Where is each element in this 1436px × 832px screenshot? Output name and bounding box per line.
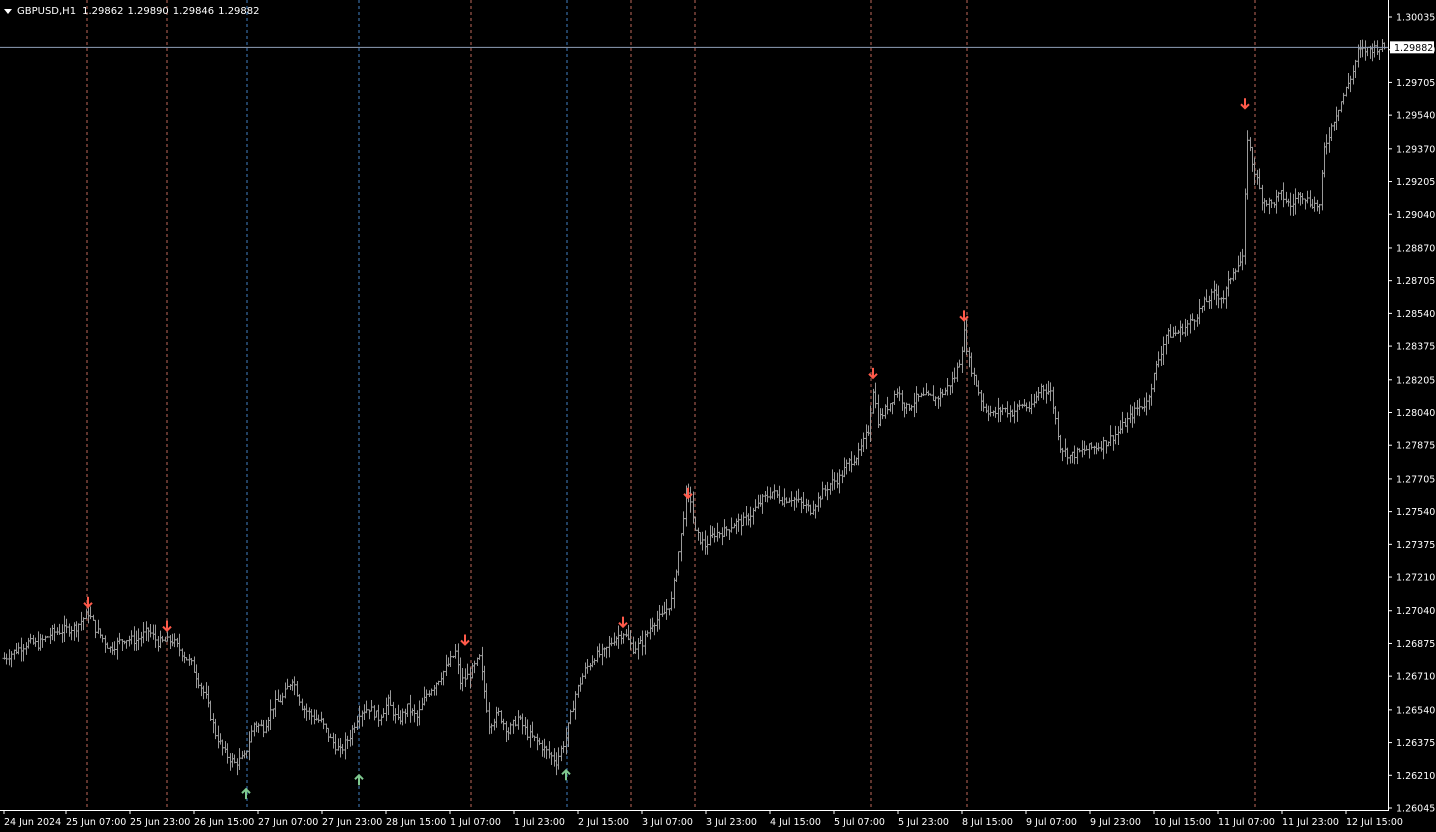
y-tick-label: 1.26710 (1396, 672, 1435, 683)
x-tick-label: 26 Jun 15:00 (194, 817, 254, 828)
y-tick-label: 1.29370 (1396, 144, 1435, 155)
x-tick-label: 27 Jun 23:00 (322, 817, 382, 828)
x-tick-label: 1 Jul 23:00 (514, 817, 565, 828)
y-tick-label: 1.28705 (1396, 276, 1435, 287)
x-tick-label: 11 Jul 23:00 (1282, 817, 1339, 828)
x-tick-label: 8 Jul 15:00 (962, 817, 1013, 828)
x-tick-label: 5 Jul 23:00 (898, 817, 949, 828)
x-tick-label: 4 Jul 15:00 (770, 817, 821, 828)
y-tick-label: 1.29705 (1396, 78, 1435, 89)
y-tick-label: 1.26210 (1396, 771, 1435, 782)
y-tick-label: 1.27705 (1396, 474, 1435, 485)
x-tick-label: 2 Jul 15:00 (578, 817, 629, 828)
open-price: 1.29862 (82, 5, 124, 17)
y-tick-label: 1.27040 (1396, 606, 1435, 617)
chart-background (0, 0, 1436, 832)
close-price: 1.29882 (218, 5, 260, 17)
collapse-triangle-icon[interactable] (4, 8, 12, 14)
x-tick-label: 9 Jul 23:00 (1090, 817, 1141, 828)
chart-title-bar: GBPUSD,H1 1.29862 1.29890 1.29846 1.2988… (4, 4, 264, 18)
price-chart[interactable]: 1.300351.298701.297051.295401.293701.292… (0, 0, 1436, 832)
y-tick-label: 1.30035 (1396, 13, 1435, 24)
y-tick-label: 1.29205 (1396, 177, 1435, 188)
x-tick-label: 12 Jul 15:00 (1346, 817, 1403, 828)
x-tick-label: 1 Jul 07:00 (450, 817, 501, 828)
x-tick-label: 5 Jul 07:00 (834, 817, 885, 828)
y-tick-label: 1.27210 (1396, 573, 1435, 584)
x-tick-label: 25 Jun 07:00 (66, 817, 126, 828)
x-tick-label: 28 Jun 15:00 (386, 817, 446, 828)
x-tick-label: 24 Jun 2024 (4, 817, 61, 828)
y-tick-label: 1.28540 (1396, 309, 1435, 320)
x-tick-label: 3 Jul 07:00 (642, 817, 693, 828)
y-tick-label: 1.28870 (1396, 243, 1435, 254)
x-tick-label: 27 Jun 07:00 (258, 817, 318, 828)
y-tick-label: 1.29540 (1396, 111, 1435, 122)
y-tick-label: 1.28375 (1396, 342, 1435, 353)
x-tick-label: 10 Jul 15:00 (1154, 817, 1211, 828)
y-tick-label: 1.28040 (1396, 408, 1435, 419)
y-tick-label: 1.29040 (1396, 210, 1435, 221)
y-tick-label: 1.26875 (1396, 639, 1435, 650)
x-tick-label: 25 Jun 23:00 (130, 817, 190, 828)
low-price: 1.29846 (172, 5, 215, 17)
x-tick-label: 11 Jul 07:00 (1218, 817, 1275, 828)
y-tick-label: 1.27375 (1396, 540, 1435, 551)
x-tick-label: 3 Jul 23:00 (706, 817, 757, 828)
y-tick-label: 1.26045 (1396, 804, 1435, 815)
y-tick-label: 1.26540 (1396, 705, 1435, 716)
current-price-label: 1.29882 (1394, 43, 1433, 54)
symbol-label: GBPUSD,H1 (17, 5, 77, 17)
x-tick-label: 9 Jul 07:00 (1026, 817, 1077, 828)
y-tick-label: 1.27540 (1396, 507, 1435, 518)
y-tick-label: 1.27875 (1396, 441, 1435, 452)
high-price: 1.29890 (127, 5, 169, 17)
y-tick-label: 1.28205 (1396, 375, 1435, 386)
y-tick-label: 1.26375 (1396, 738, 1435, 749)
